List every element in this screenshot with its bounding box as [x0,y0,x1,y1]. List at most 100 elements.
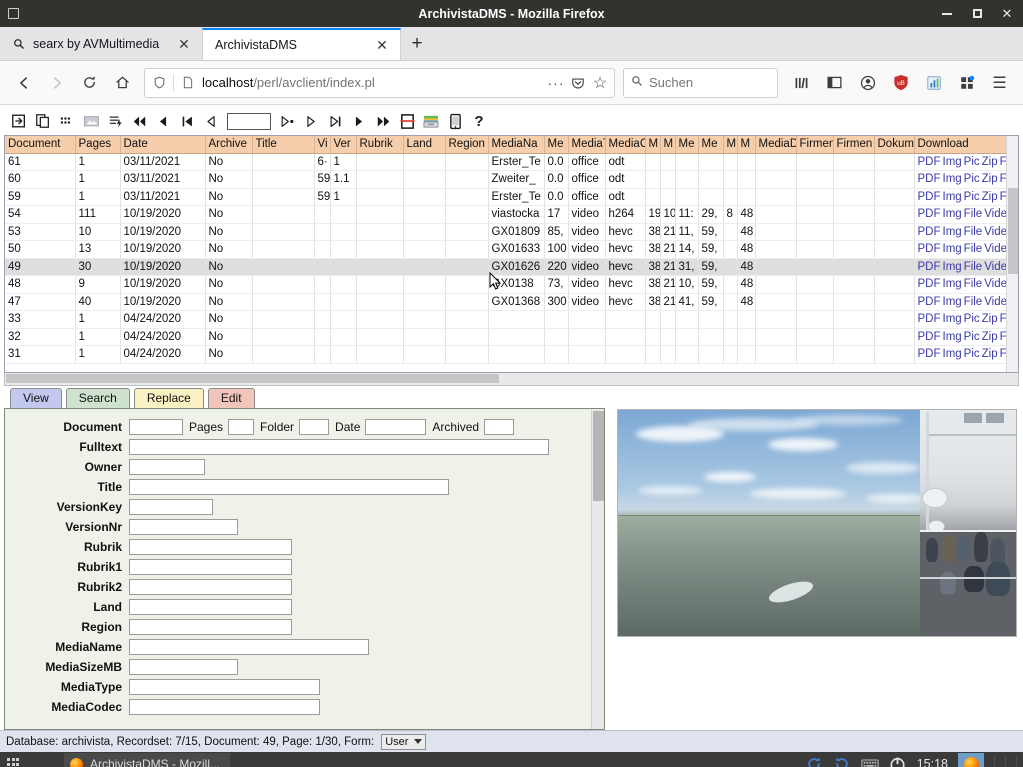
download-link-img[interactable]: Img [943,296,962,308]
table-row[interactable]: 61 1 03/11/2021 No 6· 1 Erster_Te 0.0 office odt P… [5,153,1018,171]
image-icon[interactable] [82,112,100,130]
download-link-file[interactable]: File [964,208,983,220]
download-link-pdf[interactable]: PDF [918,226,941,238]
download-links-cell[interactable]: PDF Img File Video [914,293,1018,311]
refresh-icon[interactable] [805,755,823,767]
addons-icon[interactable] [951,67,982,98]
download-link-img[interactable]: Img [943,156,962,168]
window-minimize-button[interactable] [939,6,955,22]
column-header-rubrik-7[interactable]: Rubrik [356,136,404,154]
column-header-land-8[interactable]: Land [403,136,446,154]
input-versionkey[interactable] [129,499,213,515]
download-link-img[interactable]: Img [943,208,962,220]
taskbar-item-firefox[interactable]: ArchivistaDMS - Mozill... [64,753,231,767]
forward-button[interactable] [41,67,72,98]
column-header-me-11[interactable]: Me [544,136,569,154]
mobile-icon[interactable] [446,112,464,130]
menu-icon[interactable]: ☰ [984,67,1015,98]
download-link-zip[interactable]: Zip [982,348,998,360]
input-region[interactable] [129,619,292,635]
column-header-document-0[interactable]: Document [5,136,76,154]
form-select[interactable]: User [381,733,427,750]
reload-button[interactable] [74,67,105,98]
input-mediacodec[interactable] [129,699,320,715]
download-link-zip[interactable]: Zip [982,331,998,343]
download-links-cell[interactable]: PDF Img File Video [914,258,1018,276]
download-link-zip[interactable]: Zip [982,191,998,203]
download-link-pdf[interactable]: PDF [918,331,941,343]
input-archived[interactable] [484,419,515,435]
search-bar[interactable]: Suchen [623,67,778,98]
url-bar[interactable]: localhost/perl/avclient/index.pl ··· ☆ [144,67,615,98]
table-row[interactable]: 31104/24/2020No PDFImgPicZipFile [5,345,1018,364]
help-icon[interactable]: ? [470,112,488,130]
download-link-pdf[interactable]: PDF [918,173,941,185]
input-land[interactable] [129,599,292,615]
column-header-archive-3[interactable]: Archive [205,136,253,154]
column-header-me-17[interactable]: Me [698,136,724,154]
download-links-cell[interactable]: PDFImgPicZipFile [914,310,1018,329]
download-link-img[interactable]: Img [943,331,962,343]
column-header-me-16[interactable]: Me [675,136,699,154]
column-header-mediad-20[interactable]: MediaD [755,136,797,154]
browser-tab-archivistadms[interactable]: ArchivistaDMS ✕ [202,28,401,60]
download-link-pdf[interactable]: PDF [918,208,941,220]
download-link-pic[interactable]: Pic [964,156,980,168]
download-link-zip[interactable]: Zip [982,173,998,185]
tab-close-icon[interactable]: ✕ [176,36,192,53]
table-scroll-thumb[interactable] [1008,188,1018,274]
home-button[interactable] [107,67,138,98]
input-mediatype[interactable] [129,679,320,695]
sidebar-icon[interactable] [819,67,850,98]
container-tabs-icon[interactable] [918,67,949,98]
download-links-cell[interactable]: PDF Img File Video [914,275,1018,294]
table-row[interactable]: 32104/24/2020No PDFImgPicZipFile [5,328,1018,346]
input-pages[interactable] [228,419,255,435]
column-header-mediat-12[interactable]: MediaT [568,136,606,154]
column-header-m-14[interactable]: M [645,136,661,154]
input-title[interactable] [129,479,449,495]
input-medianame[interactable] [129,639,369,655]
input-rubrik[interactable] [129,539,292,555]
input-mediasizemb[interactable] [129,659,238,675]
input-fulltext[interactable] [129,439,549,455]
column-header-download-24[interactable]: Download [914,136,1018,154]
column-header-title-4[interactable]: Title [252,136,315,154]
download-link-pdf[interactable]: PDF [918,261,941,273]
tray-firefox-icon[interactable] [958,753,984,767]
download-link-file[interactable]: File [964,278,983,290]
download-link-img[interactable]: Img [943,226,962,238]
table-vertical-scrollbar[interactable] [1006,136,1018,372]
power-icon[interactable] [889,755,907,767]
tab-edit[interactable]: Edit [207,388,255,408]
tab-replace[interactable]: Replace [133,388,204,408]
last-page-icon[interactable] [374,112,392,130]
table-hscroll-thumb[interactable] [6,374,499,383]
column-header-m-15[interactable]: M [660,136,676,154]
column-header-mediac-13[interactable]: MediaC [605,136,646,154]
download-link-pdf[interactable]: PDF [918,156,941,168]
tab-search[interactable]: Search [65,388,130,408]
download-link-pic[interactable]: Pic [964,313,980,325]
download-link-pic[interactable]: Pic [964,173,980,185]
table-row[interactable]: 59 1 03/11/2021 No 59 1 Erster_Te 0.0 office odt P… [5,188,1018,206]
column-header-m-19[interactable]: M [737,136,756,154]
input-rubrik2[interactable] [129,579,292,595]
download-link-zip[interactable]: Zip [982,313,998,325]
table-row[interactable]: 33104/24/2020No PDFImgPicZipFile [5,310,1018,329]
input-rubrik1[interactable] [129,559,292,575]
import-icon[interactable] [106,112,124,130]
keyboard-icon[interactable] [861,755,879,767]
download-link-img[interactable]: Img [943,173,962,185]
download-link-pic[interactable]: Pic [964,191,980,203]
table-row[interactable]: 5411110/19/2020Noviastocka17videoh264191… [5,205,1018,224]
download-link-file[interactable]: File [964,296,983,308]
page-number-input[interactable] [227,112,271,130]
download-links-cell[interactable]: PDFImgPicZipFile [914,170,1018,189]
table-row[interactable]: 501310/19/2020No GX01633100videohevc38211… [5,240,1018,259]
input-versionnr[interactable] [129,519,238,535]
download-link-img[interactable]: Img [943,278,962,290]
column-header-ver-6[interactable]: Ver [330,136,357,154]
download-links-cell[interactable]: PDF Img File Video [914,240,1018,259]
column-header-pages-1[interactable]: Pages [75,136,121,154]
